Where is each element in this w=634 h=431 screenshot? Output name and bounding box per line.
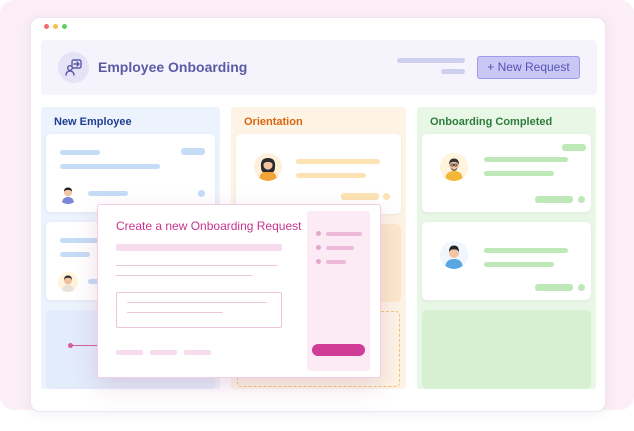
- avatar: [440, 241, 468, 269]
- column-onboarding-completed: Onboarding Completed: [417, 107, 596, 389]
- user-swap-icon: [58, 52, 89, 83]
- avatar: [254, 153, 282, 181]
- column-title-orientation: Orientation: [244, 116, 303, 128]
- page-title: Employee Onboarding: [98, 59, 248, 75]
- create-request-modal: Create a new Onboarding Request: [97, 204, 381, 378]
- avatar: [58, 272, 78, 292]
- modal-title: Create a new Onboarding Request: [116, 219, 302, 233]
- employee-card[interactable]: [46, 134, 215, 212]
- header-placeholder-line-short: [441, 69, 465, 74]
- new-request-button[interactable]: + New Request: [477, 56, 580, 79]
- app-header: Employee Onboarding + New Request: [41, 40, 597, 95]
- request-description-field[interactable]: [116, 292, 282, 328]
- avatar: [440, 153, 468, 181]
- employee-card-placeholder: [422, 310, 591, 389]
- window-close-dot[interactable]: [44, 24, 49, 29]
- employee-card[interactable]: [422, 134, 591, 212]
- column-title-onboarding-completed: Onboarding Completed: [430, 116, 553, 128]
- submit-button[interactable]: [312, 344, 365, 356]
- employee-card[interactable]: [236, 134, 401, 214]
- modal-side-panel: [307, 211, 370, 371]
- header-placeholder-line: [397, 58, 465, 63]
- app-window: Employee Onboarding + New Request New Em…: [30, 17, 606, 412]
- employee-card[interactable]: [422, 222, 591, 300]
- window-minimize-dot[interactable]: [53, 24, 58, 29]
- avatar: [58, 184, 78, 204]
- window-maximize-dot[interactable]: [62, 24, 67, 29]
- column-title-new-employee: New Employee: [54, 116, 132, 128]
